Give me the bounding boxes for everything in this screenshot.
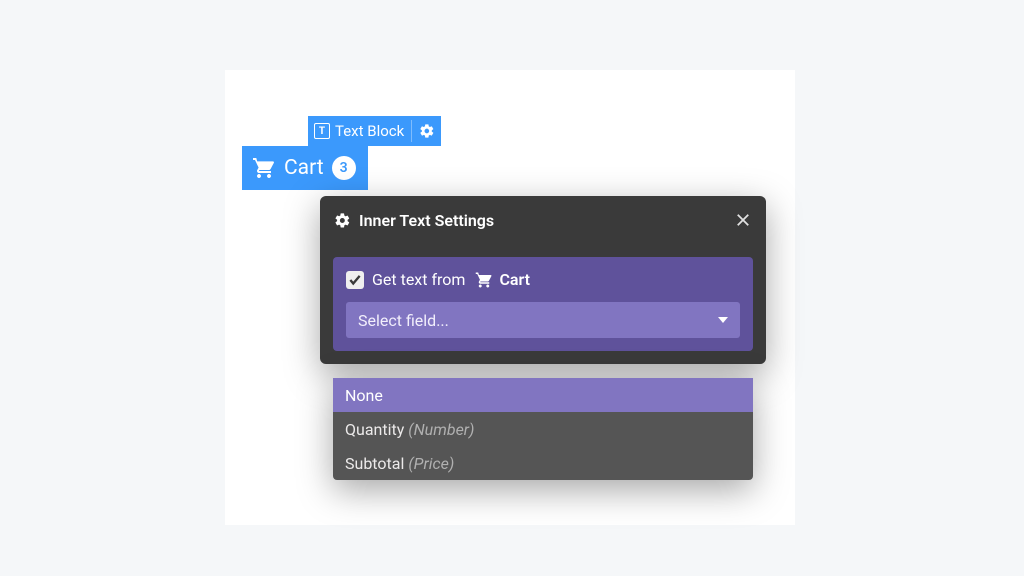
text-icon: T [314,123,330,139]
option-label: Subtotal [345,454,404,473]
field-select[interactable]: Select field... [346,302,740,338]
panel-title: Inner Text Settings [359,211,494,230]
field-dropdown: None Quantity (Number) Subtotal (Price) [333,378,753,480]
gear-icon[interactable] [419,123,435,139]
option-type: (Number) [408,420,474,439]
get-text-from-row[interactable]: Get text from Cart [346,270,740,289]
dropdown-item-quantity[interactable]: Quantity (Number) [333,412,753,446]
text-icon-letter: T [319,126,325,137]
source-card: Get text from Cart Select field... [333,257,753,351]
source-name: Cart [499,270,530,289]
dropdown-item-subtotal[interactable]: Subtotal (Price) [333,446,753,480]
get-text-from-label: Get text from [372,270,465,289]
option-label: Quantity [345,420,404,439]
text-block-label[interactable]: T Text Block [308,116,441,146]
cart-count-badge: 3 [332,156,356,180]
cart-icon [475,271,493,289]
option-label: None [345,386,383,405]
select-placeholder: Select field... [358,311,449,330]
chevron-down-icon [718,315,728,325]
check-icon [348,273,362,287]
cart-label: Cart [284,156,324,180]
panel-body: Get text from Cart Select field... [320,244,766,364]
separator [411,120,412,142]
text-block-label-text: Text Block [335,122,404,140]
close-icon[interactable] [734,211,752,229]
panel-header: Inner Text Settings [320,196,766,244]
option-type: (Price) [408,454,454,473]
inner-text-settings-panel: Inner Text Settings Get text from Cart [320,196,766,364]
dropdown-item-none[interactable]: None [333,378,753,412]
cart-icon [252,156,276,180]
cart-element[interactable]: Cart 3 [242,146,368,190]
checkbox-checked[interactable] [346,271,364,289]
gear-icon [334,212,351,229]
cart-count: 3 [340,160,348,176]
